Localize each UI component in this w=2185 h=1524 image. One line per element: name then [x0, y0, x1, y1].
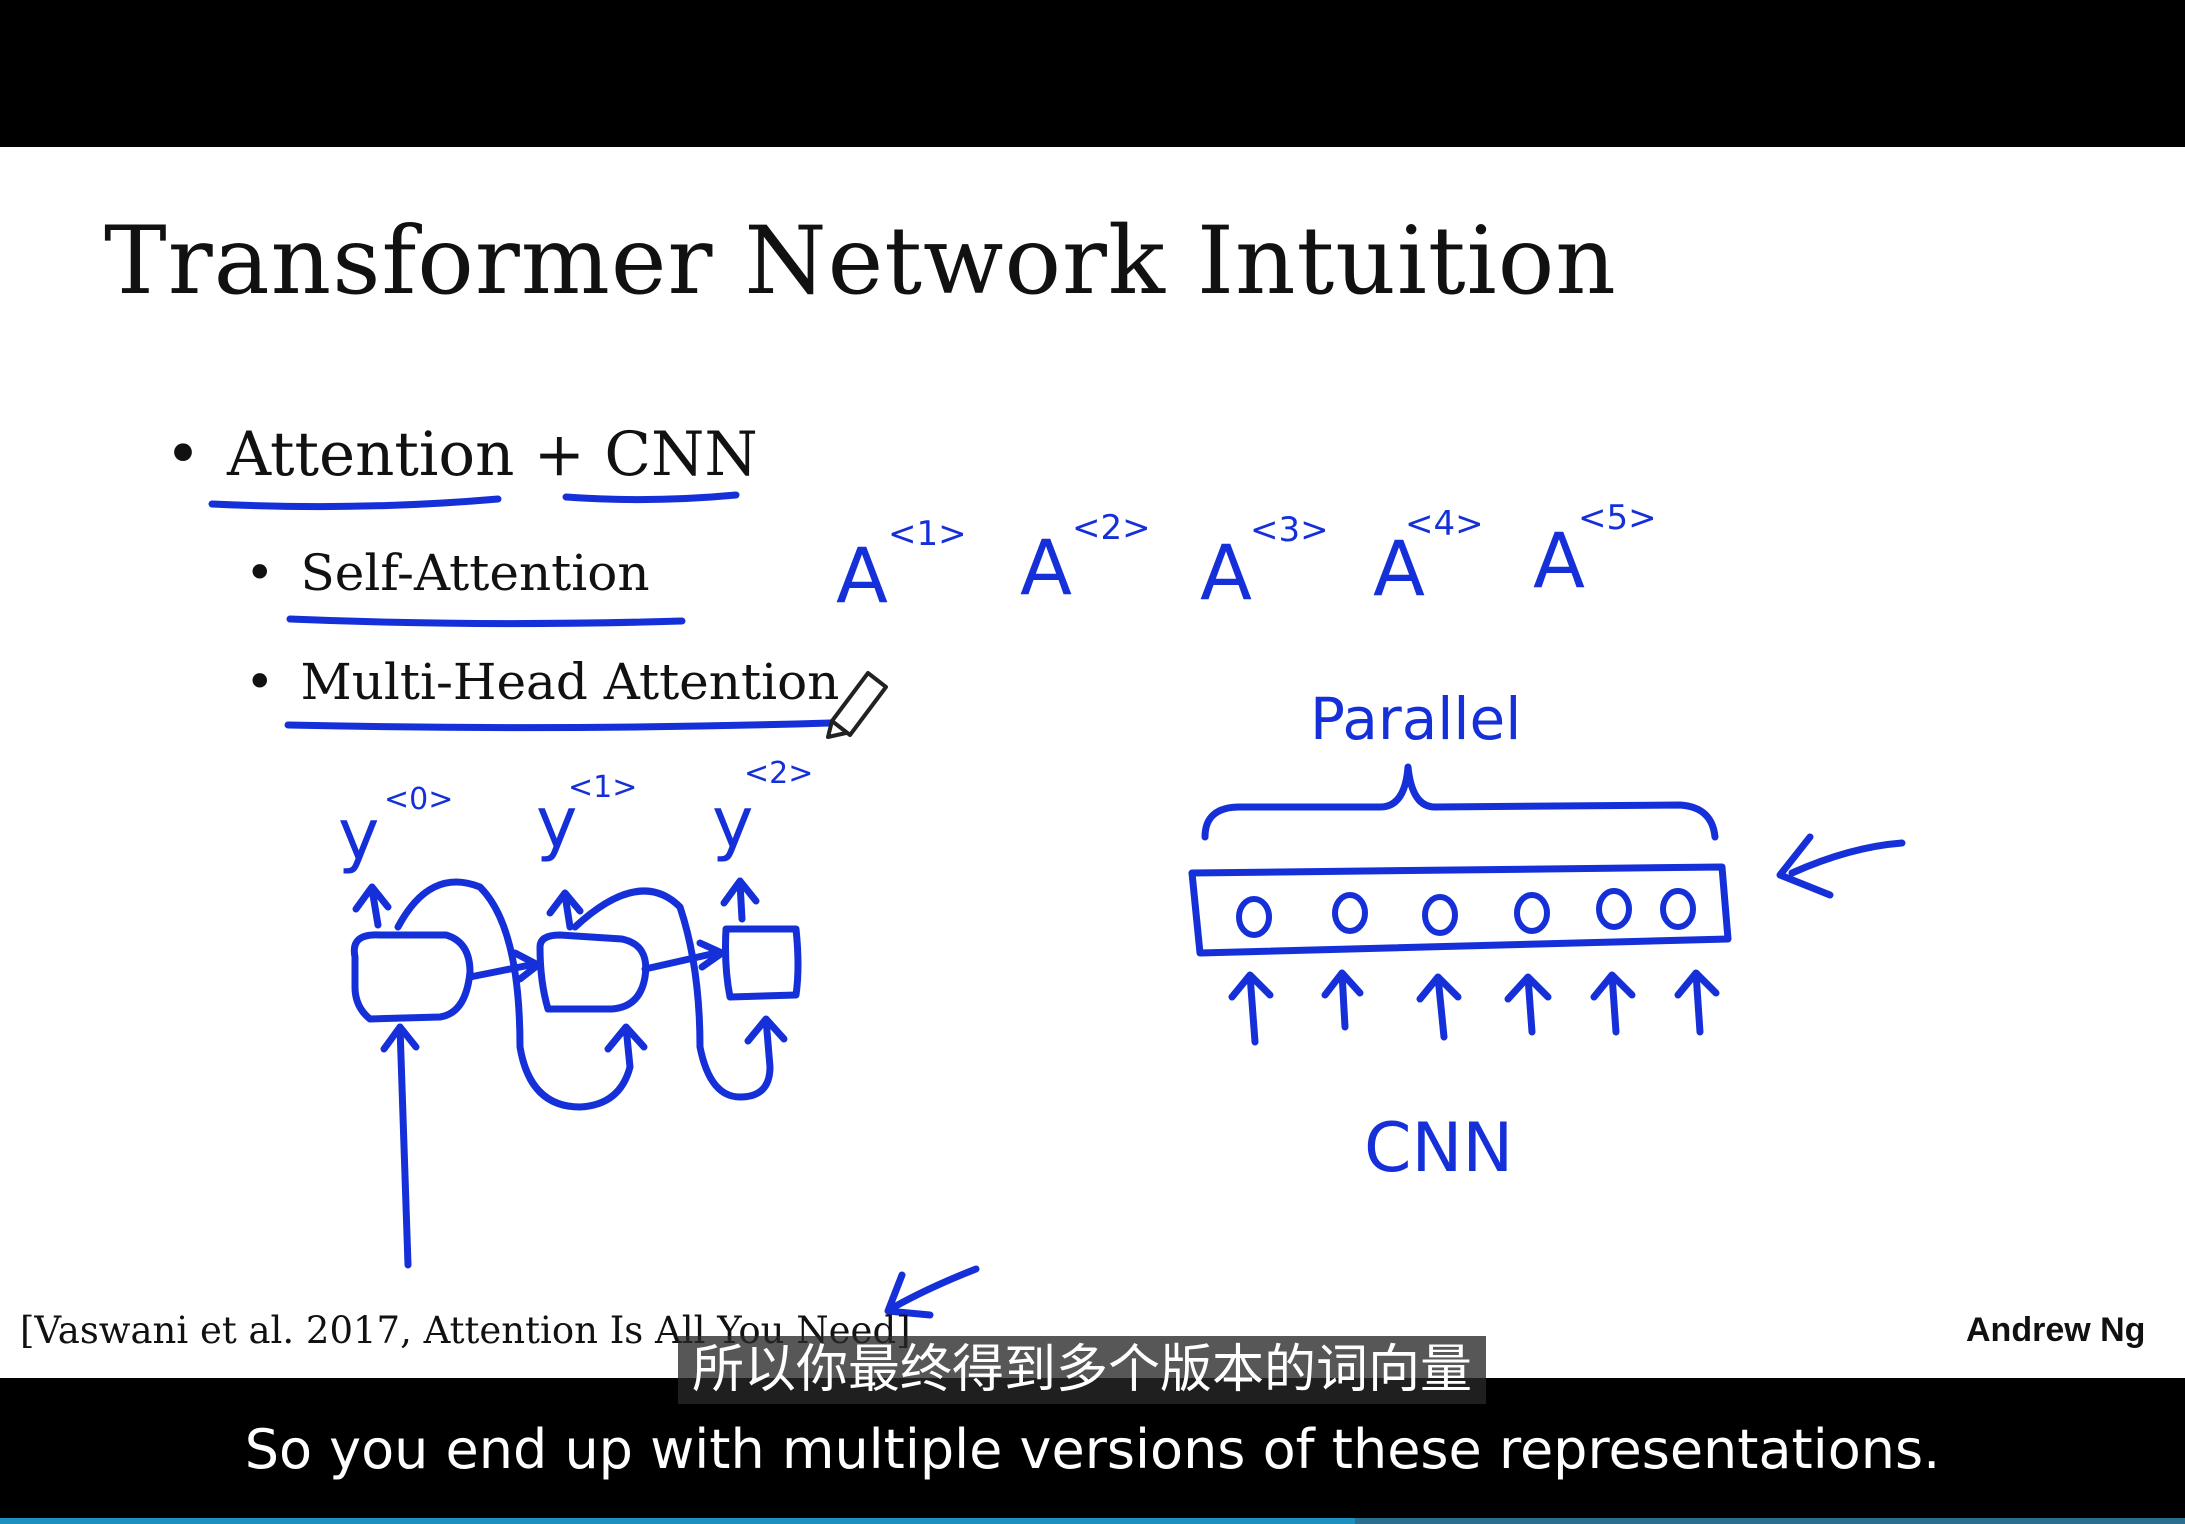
- parallel-label: Parallel: [1310, 685, 1521, 753]
- author-credit: Andrew Ng: [1966, 1311, 2146, 1349]
- rnn-superscript-0: <0>: [384, 782, 453, 817]
- subtitle-english: So you end up with multiple versions of …: [244, 1418, 1941, 1481]
- lecture-slide: Transformer Network Intuition • Attention…: [0, 147, 2185, 1378]
- progress-fill: [0, 1518, 1355, 1524]
- rnn-superscript-1: <1>: [568, 770, 637, 805]
- rnn-output-y-0: y: [338, 794, 379, 876]
- rnn-output-y-2: y: [712, 782, 753, 864]
- attention-superscript-1: <1>: [888, 514, 967, 554]
- underline-multi-head: [284, 719, 834, 732]
- video-player[interactable]: Transformer Network Intuition • Attention…: [0, 0, 2185, 1524]
- attention-superscript-3: <3>: [1250, 510, 1329, 550]
- handwritten-annotations: A A A A A <1> <2> <3> <4> <5> Parallel C…: [208, 491, 1906, 1319]
- progress-bar[interactable]: [0, 1518, 2185, 1524]
- cnn-units: [1236, 888, 1696, 938]
- attention-superscript-5: <5>: [1578, 498, 1657, 538]
- attention-output-a-3: A: [1200, 528, 1252, 617]
- rnn-cells: [350, 925, 802, 1023]
- rnn-superscript-2: <2>: [744, 756, 813, 791]
- attention-output-a-1: A: [836, 531, 888, 620]
- pointer-arrow: [1776, 833, 1906, 899]
- underline-attention: [208, 495, 502, 511]
- attention-output-a-2: A: [1020, 523, 1072, 612]
- cnn-input-arrows: [1228, 969, 1720, 1046]
- letterbox-top: [0, 0, 2185, 147]
- parallel-brace: [1201, 763, 1719, 841]
- cnn-box: [1188, 863, 1732, 957]
- underline-self-attention: [286, 615, 686, 628]
- pen-icon: [826, 671, 888, 739]
- attention-superscript-2: <2>: [1072, 508, 1151, 548]
- cnn-label: CNN: [1364, 1109, 1513, 1188]
- underline-cnn: [562, 491, 740, 504]
- attention-superscript-4: <4>: [1405, 504, 1484, 544]
- subtitle-chinese: 所以你最终得到多个版本的词向量: [678, 1336, 1487, 1404]
